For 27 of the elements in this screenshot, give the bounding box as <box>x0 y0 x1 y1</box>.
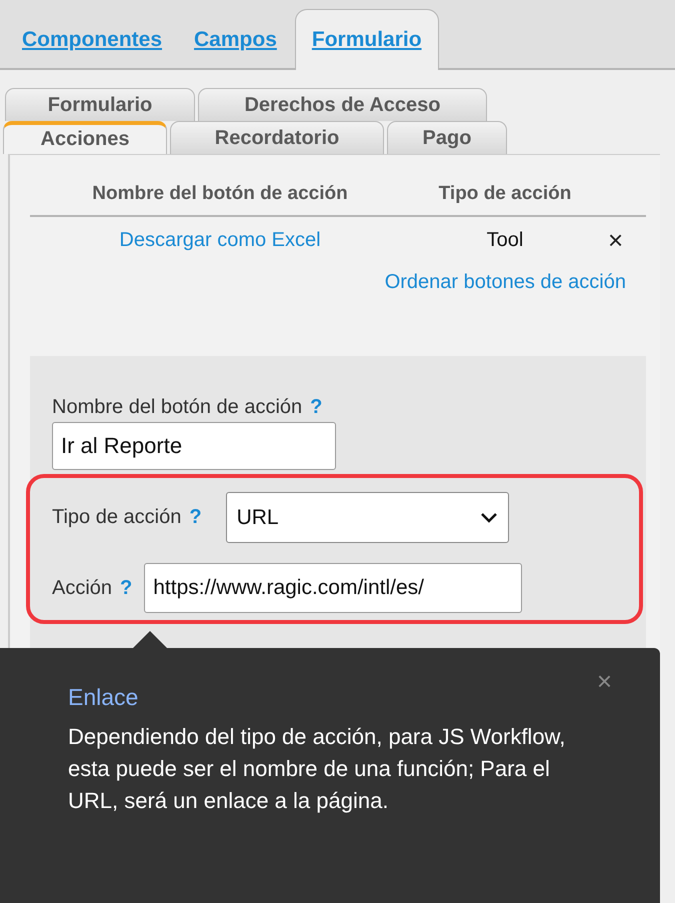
table-cell-text: Tool <box>486 228 524 252</box>
tooltip-title: Enlace <box>68 684 140 711</box>
column-header: Tipo de acción <box>438 183 572 205</box>
help-icon[interactable]: ? <box>189 506 202 529</box>
tab[interactable]: Derechos de Acceso <box>198 88 487 121</box>
tab[interactable]: Acciones <box>3 121 167 154</box>
delete-button[interactable]: × <box>604 224 628 256</box>
tab[interactable]: Recordatorio <box>170 121 384 154</box>
column-header: Nombre del botón de acción <box>91 183 349 205</box>
tab[interactable]: Campos <box>180 28 291 68</box>
field-label: Tipo de acción <box>52 506 182 529</box>
tab[interactable]: Formulario <box>294 9 439 70</box>
tab[interactable]: Componentes <box>8 28 176 68</box>
field-label: Nombre del botón de acción <box>52 396 302 419</box>
field-label: Acción <box>52 576 112 600</box>
input-field[interactable]: https://www.ragic.com/intl/es/ <box>144 563 522 613</box>
close-button[interactable]: × <box>596 666 612 697</box>
action-link[interactable]: Descargar como Excel <box>119 228 321 250</box>
tab[interactable]: Pago <box>387 121 507 154</box>
dropdown[interactable]: URL <box>226 492 509 543</box>
input-field[interactable]: Ir al Reporte <box>52 422 336 470</box>
tooltip-text: Dependiendo del tipo de acción, para JS Workflow, esta puede ser el nombre de una función; Para el URL, será un enlace a la página. <box>68 723 566 815</box>
sort-link[interactable]: Ordenar botones de acción <box>384 271 626 294</box>
tab[interactable]: Formulario <box>5 88 195 121</box>
help-icon[interactable]: ? <box>310 396 322 419</box>
help-icon[interactable]: ? <box>120 576 132 600</box>
chevron-icon <box>480 512 498 524</box>
